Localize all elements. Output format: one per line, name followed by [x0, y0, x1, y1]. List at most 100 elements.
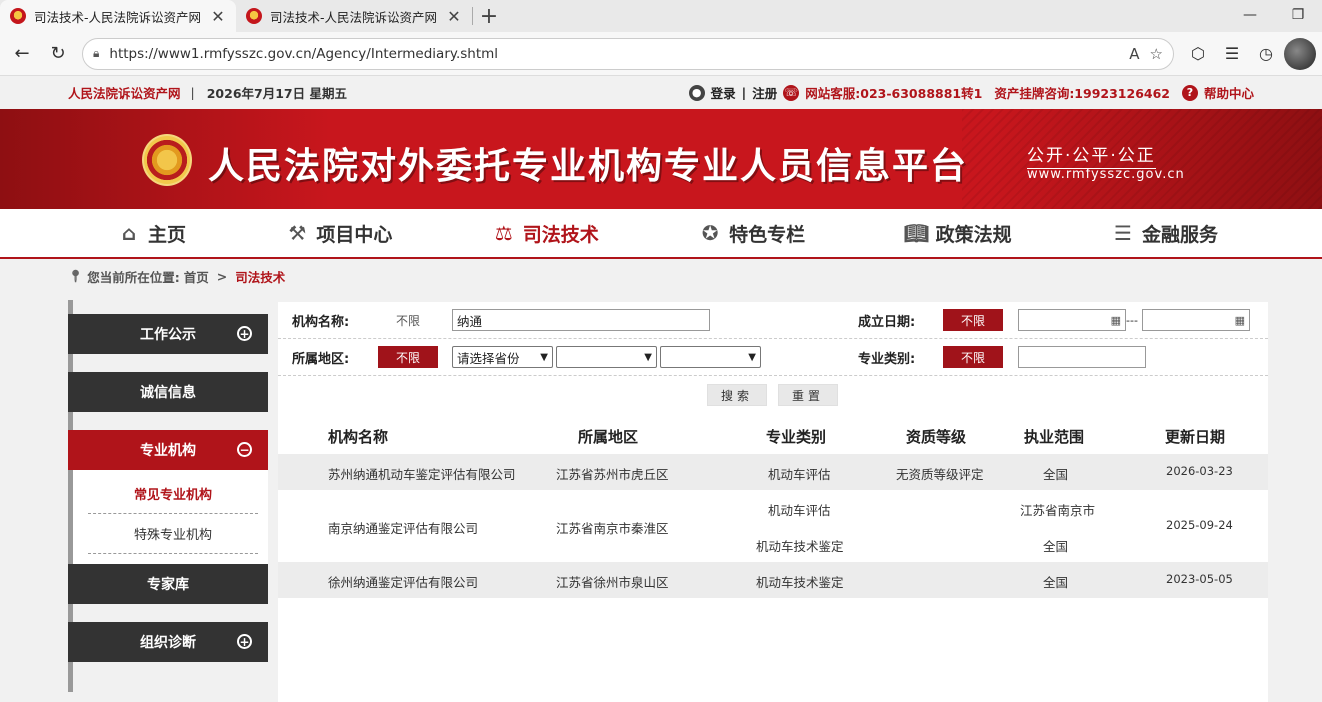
- avatar: [1284, 37, 1316, 70]
- region-unlimited-option[interactable]: 不限: [378, 346, 438, 368]
- nav-features[interactable]: ✪ 特色专栏: [697, 220, 805, 247]
- sidebar-section-experts[interactable]: 专家库: [68, 564, 268, 604]
- scope-cell: 全国: [1043, 539, 1069, 554]
- browser-tab[interactable]: 司法技术-人民法院诉讼资产网 ✕: [236, 0, 472, 32]
- institution-name-cell[interactable]: 南京纳通鉴定评估有限公司: [328, 518, 478, 537]
- back-arrow-icon[interactable]: ←: [6, 38, 38, 70]
- topbar-separator: |: [190, 85, 195, 100]
- city-select[interactable]: ▼: [556, 346, 657, 368]
- url-text[interactable]: https://www1.rmfysszc.gov.cn/Agency/Inte…: [109, 46, 1119, 62]
- institution-name-cell[interactable]: 苏州纳通机动车鉴定评估有限公司: [328, 464, 516, 483]
- sidebar-section-diagnosis[interactable]: 组织诊断 +: [68, 622, 268, 662]
- sidebar: 工作公示 + 诚信信息 专业机构 − 常见专业机构 特殊专业机构 专家库 组织诊…: [68, 300, 268, 692]
- browser-tab[interactable]: 司法技术-人民法院诉讼资产网 ✕: [0, 0, 236, 32]
- province-select[interactable]: 请选择省份 ▼: [452, 346, 553, 368]
- nav-finance[interactable]: ☰ 金融服务: [1110, 220, 1218, 247]
- browser-toolbar: ← ↻ 🔒︎ https://www1.rmfysszc.gov.cn/Agen…: [0, 32, 1322, 76]
- specialty-cell: 机动车评估: [768, 503, 831, 518]
- topbar-links: ● 登录 | 注册 ☏ 网站客服:023-63088881转1 资产挂牌咨询:1…: [688, 83, 1254, 102]
- book-icon: 📖︎: [903, 221, 930, 245]
- court-favicon-icon: [246, 8, 262, 24]
- province-select-value: 请选择省份: [457, 350, 520, 366]
- nav-policies[interactable]: 📖︎ 政策法规: [904, 220, 1012, 247]
- table-row[interactable]: 南京纳通鉴定评估有限公司 江苏省南京市秦淮区 机动车评估 机动车技术鉴定 江苏省…: [278, 490, 1268, 562]
- breadcrumb-home[interactable]: 首页: [184, 267, 209, 286]
- nav-label: 特色专栏: [729, 223, 806, 246]
- sidebar-section-label: 工作公示: [140, 327, 196, 343]
- star-badge-icon: ✪: [701, 221, 719, 245]
- table-row[interactable]: 徐州纳通鉴定评估有限公司 江苏省徐州市泉山区 机动车技术鉴定 全国 2023-0…: [278, 562, 1268, 598]
- type-label: 专业类别:: [858, 351, 916, 367]
- browser-tab-bar: 司法技术-人民法院诉讼资产网 ✕ 司法技术-人民法院诉讼资产网 ✕ + — ❐: [0, 0, 1322, 32]
- history-icon[interactable]: ◷: [1250, 38, 1282, 70]
- service-hotline: 网站客服:023-63088881转1: [805, 86, 983, 101]
- breadcrumb-prefix: 您当前所在位置:: [87, 269, 180, 285]
- favorites-list-icon[interactable]: ☰: [1216, 38, 1248, 70]
- expand-plus-icon[interactable]: +: [237, 326, 252, 341]
- window-controls: — ❐: [1226, 0, 1322, 30]
- date-unlimited-option[interactable]: 不限: [943, 309, 1003, 331]
- sidebar-item-special-institutions[interactable]: 特殊专业机构: [88, 514, 258, 554]
- name-unlimited-option[interactable]: 不限: [378, 309, 438, 331]
- help-center-link[interactable]: 帮助中心: [1204, 83, 1254, 102]
- site-banner: 人民法院对外委托专业机构专业人员信息平台 公开·公平·公正 www.rmfyss…: [0, 109, 1322, 209]
- register-link[interactable]: 注册: [752, 83, 777, 102]
- hammer-icon: ⚒: [288, 221, 307, 245]
- sidebar-item-common-institutions[interactable]: 常见专业机构: [88, 474, 258, 514]
- column-header: 专业类别: [766, 428, 827, 446]
- coins-icon: ☰: [1113, 221, 1132, 245]
- date-to-input[interactable]: ▦: [1142, 309, 1250, 331]
- reset-button[interactable]: 重置: [778, 384, 838, 406]
- close-tab-icon[interactable]: ✕: [210, 7, 226, 26]
- sidebar-section-label: 诚信信息: [140, 385, 196, 401]
- qualification-cell: 无资质等级评定: [896, 467, 984, 482]
- district-select[interactable]: ▼: [660, 346, 761, 368]
- tab-title: 司法技术-人民法院诉讼资产网: [270, 9, 438, 25]
- topbar-divider: |: [741, 85, 747, 100]
- search-button[interactable]: 搜索: [707, 384, 767, 406]
- specialty-cell: 机动车技术鉴定: [756, 539, 844, 554]
- column-header: 资质等级: [906, 428, 967, 446]
- type-unlimited-option[interactable]: 不限: [943, 346, 1003, 368]
- institution-name-cell[interactable]: 徐州纳通鉴定评估有限公司: [328, 572, 478, 591]
- institution-name-input[interactable]: 纳通: [452, 309, 710, 331]
- extensions-icon[interactable]: ⬡: [1182, 38, 1214, 70]
- site-info-icon[interactable]: 🔒︎: [93, 46, 99, 61]
- collapse-minus-icon[interactable]: −: [237, 442, 252, 457]
- specialty-type-input[interactable]: [1018, 346, 1146, 368]
- sidebar-section-label: 专家库: [147, 577, 189, 593]
- column-header: 机构名称: [328, 428, 389, 446]
- nav-projects[interactable]: ⚒ 项目中心: [284, 220, 392, 247]
- expand-plus-icon[interactable]: +: [237, 634, 252, 649]
- chevron-down-icon: ▼: [748, 351, 756, 363]
- calendar-icon[interactable]: ▦: [1111, 314, 1121, 327]
- nav-label: 主页: [148, 223, 187, 246]
- site-name-link[interactable]: 人民法院诉讼资产网: [68, 83, 181, 102]
- restore-icon[interactable]: ❐: [1274, 0, 1322, 30]
- nav-judicial-tech[interactable]: ⚖ 司法技术: [491, 220, 599, 247]
- sidebar-section-credit-info[interactable]: 诚信信息: [68, 372, 268, 412]
- sidebar-section-work-notice[interactable]: 工作公示 +: [68, 314, 268, 354]
- update-date-cell: 2023-05-05: [1166, 572, 1233, 586]
- close-tab-icon[interactable]: ✕: [446, 7, 462, 26]
- sidebar-section-institutions[interactable]: 专业机构 −: [68, 430, 268, 470]
- date-from-input[interactable]: ▦: [1018, 309, 1126, 331]
- help-icon[interactable]: ?: [1181, 84, 1198, 101]
- nav-home[interactable]: ⌂ 主页: [116, 220, 186, 247]
- read-aloud-icon[interactable]: A: [1129, 45, 1139, 63]
- sidebar-spacer: [68, 354, 268, 372]
- new-tab-button[interactable]: +: [473, 0, 505, 32]
- calendar-icon[interactable]: ▦: [1235, 314, 1245, 327]
- site-top-bar: 人民法院诉讼资产网 | 2026年7月17日 星期五 ● 登录 | 注册 ☏ 网…: [0, 76, 1322, 109]
- minimize-icon[interactable]: —: [1226, 0, 1274, 30]
- profile-avatar[interactable]: [1284, 37, 1316, 70]
- refresh-icon[interactable]: ↻: [42, 38, 74, 70]
- platform-title: 人民法院对外委托专业机构专业人员信息平台: [208, 146, 969, 187]
- breadcrumb-current[interactable]: 司法技术: [235, 267, 285, 286]
- table-row[interactable]: 苏州纳通机动车鉴定评估有限公司 江苏省苏州市虎丘区 机动车评估 无资质等级评定 …: [278, 454, 1268, 490]
- favorite-star-icon[interactable]: ☆: [1150, 45, 1163, 63]
- address-bar[interactable]: 🔒︎ https://www1.rmfysszc.gov.cn/Agency/I…: [82, 37, 1174, 70]
- search-panel: 机构名称: 不限 纳通 成立日期: 不限 ▦ --- ▦ 所属地区: 不限 请选…: [278, 302, 1268, 702]
- login-link[interactable]: 登录: [711, 83, 736, 102]
- date-range-separator: ---: [1126, 313, 1138, 327]
